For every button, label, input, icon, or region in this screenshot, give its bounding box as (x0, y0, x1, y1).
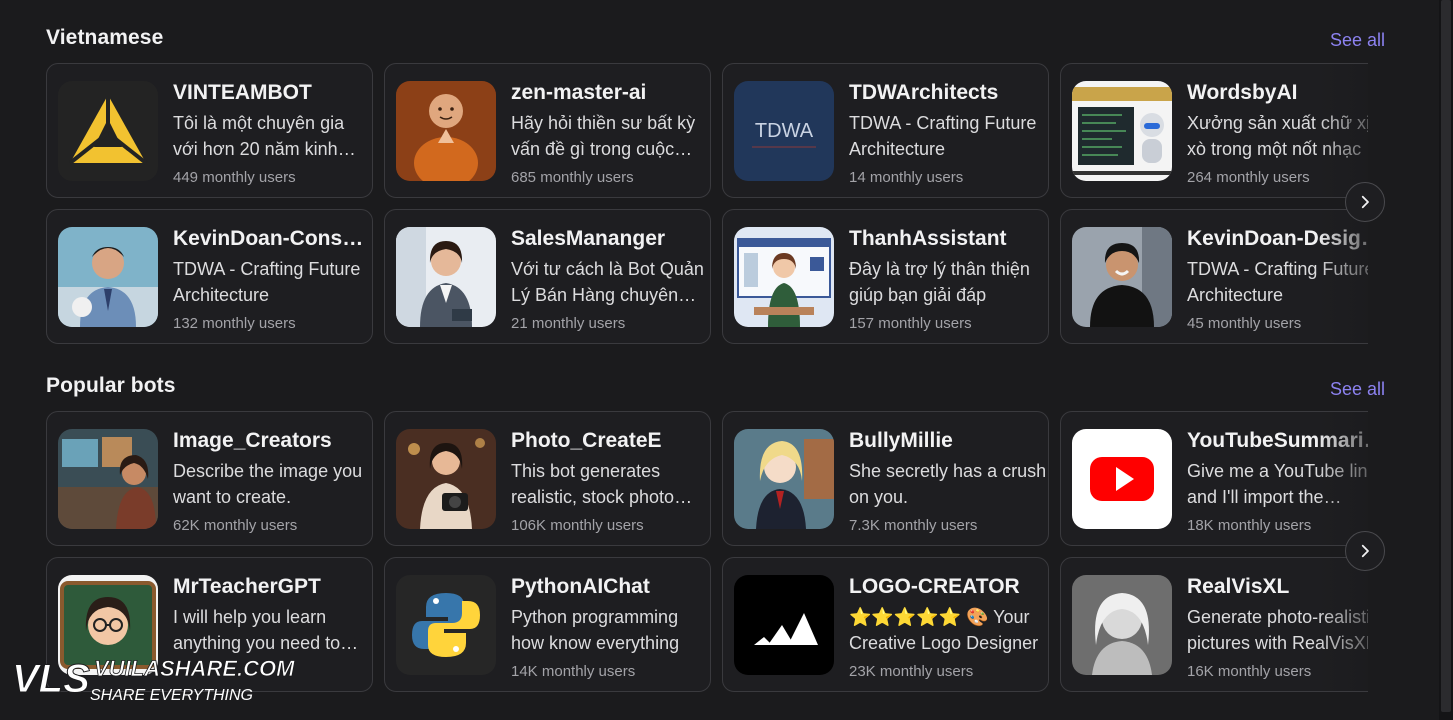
bot-name: KevinDoan-Designer (1187, 227, 1368, 250)
bot-description: Python programming how know everything (511, 607, 680, 653)
bot-name: KevinDoan-Consultant (173, 227, 372, 250)
bot-description: Generate photo-realistic pictures with R… (1187, 607, 1368, 653)
bot-monthly-users: 7.3K monthly users (849, 517, 978, 534)
bot-card[interactable]: BullyMillie She secretly has a crush on … (722, 411, 1049, 546)
bot-grid: VINTEAMBOT Tôi là một chuyên gia với hơn… (46, 63, 1368, 344)
bot-name: zen-master-ai (511, 81, 647, 104)
bot-description: TDWA - Crafting Future Architecture (173, 259, 361, 305)
assistant-avatar (734, 227, 834, 327)
chevron-right-icon (1361, 544, 1369, 558)
bot-monthly-users: 132 monthly users (173, 315, 296, 332)
bot-description: Đây là trợ lý thân thiện giúp bạn giải đ… (849, 259, 1030, 305)
bot-description: She secretly has a crush on you. (849, 461, 1047, 507)
tdwa-logo: TDWA (734, 81, 834, 181)
bot-card[interactable]: KevinDoan-Designer TDWA - Crafting Futur… (1060, 209, 1368, 344)
bot-name: ThanhAssistant (849, 227, 1007, 250)
carousel-viewport: VINTEAMBOT Tôi là một chuyên gia với hơn… (46, 63, 1368, 345)
bot-monthly-users: 685 monthly users (511, 169, 634, 186)
watermark-logo: VLS VUILASHARE.COM SHARE EVERYTHING (10, 654, 310, 706)
carousel-next-button[interactable] (1345, 182, 1385, 222)
watermark-brand: VUILASHARE.COM (94, 656, 295, 681)
scrollbar-thumb[interactable] (1441, 0, 1451, 712)
bot-description: Describe the image you want to create. (173, 461, 363, 507)
bot-monthly-users: 21 monthly users (511, 315, 626, 332)
bot-card[interactable]: zen-master-ai Hãy hỏi thiền sư bất kỳ vấ… (384, 63, 711, 198)
see-all-link[interactable]: See all (1330, 30, 1385, 51)
bot-description: Với tư cách là Bot Quản Lý Bán Hàng chuy… (511, 259, 704, 305)
bot-name: MrTeacherGPT (173, 575, 321, 598)
saleswoman-avatar (396, 227, 496, 327)
bot-card[interactable]: PythonAIChat Python programming how know… (384, 557, 711, 692)
bot-description: Hãy hỏi thiền sư bất kỳ vấn đề gì trong … (511, 113, 696, 159)
consultant-avatar (58, 227, 158, 327)
bot-description: TDWA - Crafting Future Architecture (1187, 259, 1368, 305)
bot-card[interactable]: WordsbyAI Xưởng sản xuất chữ xịn xò tron… (1060, 63, 1368, 198)
bot-description: TDWA - Crafting Future Architecture (849, 113, 1037, 159)
carousel-viewport: Image_Creators Describe the image you wa… (46, 411, 1368, 693)
monk-avatar (396, 81, 496, 181)
bot-name: BullyMillie (849, 429, 953, 452)
bot-card[interactable]: Photo_CreateE This bot generates realist… (384, 411, 711, 546)
bot-monthly-users: 23K monthly users (849, 663, 974, 680)
bot-name: TDWArchitects (849, 81, 999, 104)
bot-card[interactable]: TDWA TDWArchitects TDWA - Crafting Futur… (722, 63, 1049, 198)
youtube-icon (1072, 429, 1172, 529)
triangle-logo-icon (58, 81, 158, 181)
bot-card[interactable]: VINTEAMBOT Tôi là một chuyên gia với hơn… (46, 63, 373, 198)
section-title: Popular bots (46, 374, 176, 397)
bot-name: SalesMananger (511, 227, 666, 250)
bot-monthly-users: 264 monthly users (1187, 169, 1310, 186)
bot-description: This bot generates realistic, stock phot… (511, 461, 675, 507)
bot-description: ⭐⭐⭐⭐⭐ 🎨 Your Creative Logo Designer (849, 607, 1039, 653)
bot-description: Tôi là một chuyên gia với hơn 20 năm kin… (173, 113, 345, 159)
bot-card[interactable]: SalesMananger Với tư cách là Bot Quản Lý… (384, 209, 711, 344)
bot-monthly-users: 157 monthly users (849, 315, 972, 332)
bot-card[interactable]: YouTubeSummarizer Give me a YouTube link… (1060, 411, 1368, 546)
section-title: Vietnamese (46, 26, 164, 49)
bot-monthly-users: 16K monthly users (1187, 663, 1312, 680)
photographer-avatar (396, 429, 496, 529)
python-icon (396, 575, 496, 675)
bot-monthly-users: 14 monthly users (849, 169, 964, 186)
bot-name: YouTubeSummarizer (1187, 429, 1368, 452)
bot-monthly-users: 106K monthly users (511, 517, 644, 534)
bot-name: VINTEAMBOT (173, 81, 312, 104)
carousel-next-button[interactable] (1345, 531, 1385, 571)
chevron-right-icon (1361, 195, 1369, 209)
bot-name: WordsbyAI (1187, 81, 1298, 104)
adidas-logo (734, 575, 834, 675)
bot-card[interactable]: ThanhAssistant Đây là trợ lý thân thiện … (722, 209, 1049, 344)
watermark-mark: VLS (12, 657, 90, 701)
bot-monthly-users: 449 monthly users (173, 169, 296, 186)
robot-avatar (1072, 81, 1172, 181)
bot-card[interactable]: Image_Creators Describe the image you wa… (46, 411, 373, 546)
bot-card[interactable]: RealVisXL Generate photo-realistic pictu… (1060, 557, 1368, 692)
section-vietnamese: Vietnamese See all VINTEAMBOT Tôi là một… (46, 26, 1385, 346)
bot-card[interactable]: LOGO-CREATOR ⭐⭐⭐⭐⭐ 🎨 Your Creative Logo … (722, 557, 1049, 692)
section-popular-bots: Popular bots See all Image_Creators Desc… (46, 374, 1385, 694)
bot-monthly-users: 62K monthly users (173, 517, 298, 534)
bot-description: Give me a YouTube link, and I'll import … (1187, 461, 1368, 507)
bot-name: LOGO-CREATOR (849, 575, 1020, 598)
bot-name: PythonAIChat (511, 575, 650, 598)
bot-monthly-users: 45 monthly users (1187, 315, 1302, 332)
bot-name: Image_Creators (173, 429, 332, 452)
anime-girl-avatar (734, 429, 834, 529)
artist-avatar (58, 429, 158, 529)
bot-grid: Image_Creators Describe the image you wa… (46, 411, 1368, 692)
bot-name: RealVisXL (1187, 575, 1290, 598)
bot-monthly-users: 18K monthly users (1187, 517, 1312, 534)
bot-description: I will help you learn anything you need … (173, 607, 341, 653)
bot-name: Photo_CreateE (511, 429, 662, 452)
bot-card[interactable]: KevinDoan-Consultant TDWA - Crafting Fut… (46, 209, 373, 344)
designer-avatar (1072, 227, 1172, 327)
bot-description: Xưởng sản xuất chữ xịn xò trong một nốt … (1187, 113, 1368, 159)
see-all-link[interactable]: See all (1330, 379, 1385, 400)
svg-text:TDWA: TDWA (755, 120, 814, 142)
bot-monthly-users: 14K monthly users (511, 663, 636, 680)
watermark-tagline: SHARE EVERYTHING (90, 687, 253, 704)
portrait-avatar (1072, 575, 1172, 675)
